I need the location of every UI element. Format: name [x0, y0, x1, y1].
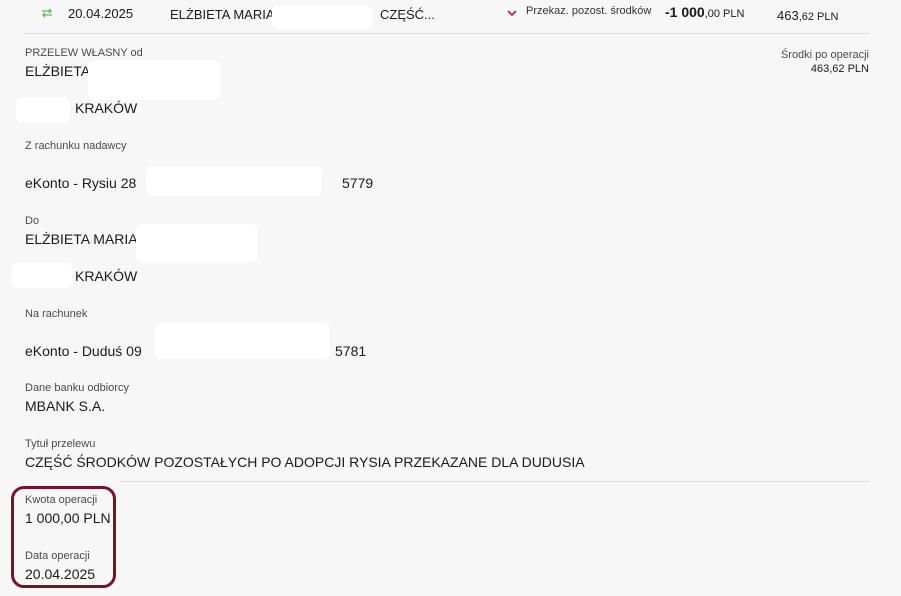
balance-after-value: 463,62 PLN	[810, 63, 869, 75]
summary-category: Przekaz. pozost. środków	[526, 5, 652, 17]
summary-divider	[24, 33, 869, 34]
chevron-down-icon[interactable]	[506, 6, 518, 18]
summary-balance-dec: ,62 PLN	[798, 11, 839, 23]
bank-name: MBANK S.A.	[25, 398, 106, 414]
to-account-name: eKonto - Duduś 09	[25, 343, 142, 359]
summary-balance-int: 463	[777, 8, 799, 23]
summary-date: 20.04.2025	[68, 6, 134, 21]
balance-after-label: Środki po operacji	[780, 49, 869, 61]
recipient-city: KRAKÓW	[75, 268, 138, 284]
summary-amount-dec: ,00 PLN	[704, 8, 745, 20]
summary-title: CZĘŚĆ...	[380, 7, 435, 22]
summary-name: ELŻBIETA MARIA	[170, 7, 275, 22]
from-account-label: Z rachunku nadawcy	[25, 140, 127, 152]
bank-label: Dane banku odbiorcy	[25, 382, 129, 394]
sender-city: KRAKÓW	[75, 100, 138, 116]
to-account-label: Na rachunek	[25, 308, 88, 320]
from-account-suffix: 5779	[342, 175, 374, 191]
highlight-outline	[11, 486, 116, 588]
recipient-label: Do	[25, 215, 40, 227]
transfer-title-label: Tytuł przelewu	[25, 438, 96, 450]
from-account-name: eKonto - Rysiu 28	[25, 175, 137, 191]
recipient-name: ELŻBIETA MARIA	[25, 231, 138, 247]
details-divider	[120, 481, 869, 482]
transfer-type-label: PRZELEW WŁASNY od	[25, 47, 143, 59]
summary-balance: 463,62 PLN	[777, 7, 838, 25]
to-account-suffix: 5781	[335, 343, 367, 359]
transfer-title: CZĘŚĆ ŚRODKÓW POZOSTAŁYCH PO ADOPCJI RYS…	[25, 454, 585, 470]
sender-name: ELŻBIETA	[25, 63, 91, 79]
summary-amount-int: -1 000	[665, 4, 705, 20]
transfer-arrows-icon	[40, 6, 54, 20]
summary-amount: -1 000,00 PLN	[665, 4, 744, 22]
